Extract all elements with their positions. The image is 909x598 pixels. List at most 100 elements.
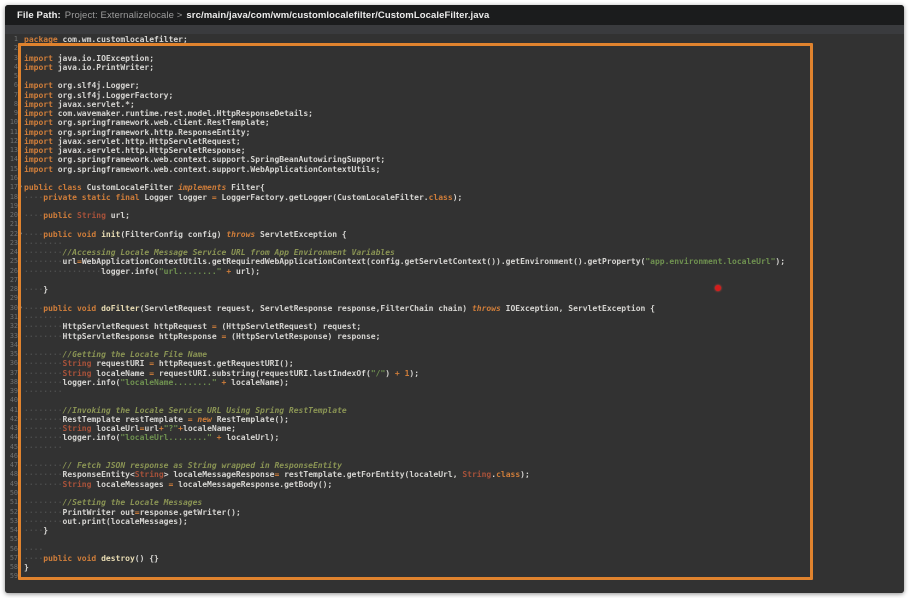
code-line-text: ········url=WebApplicationContextUtils.g… <box>24 257 904 266</box>
line-number: 8 <box>5 100 18 109</box>
code-line[interactable]: 20····public String url; <box>5 211 904 220</box>
code-line[interactable]: 28····} <box>5 285 904 294</box>
code-line[interactable]: 53········out.print(localeMessages); <box>5 517 904 526</box>
code-line[interactable]: 2 <box>5 44 904 53</box>
line-number: 39 <box>5 387 18 396</box>
code-line-text: ········String localeName = requestURI.s… <box>24 369 904 378</box>
code-line[interactable]: 24········//Accessing Locale Message Ser… <box>5 248 904 257</box>
code-line[interactable]: 7import org.slf4j.LoggerFactory; <box>5 91 904 100</box>
line-number: 15 <box>5 165 18 174</box>
code-editor[interactable]: 1package com.wm.customlocalefilter;23imp… <box>5 34 904 593</box>
line-number: 22 <box>5 230 18 239</box>
code-line[interactable]: 42········RestTemplate restTemplate = ne… <box>5 415 904 424</box>
code-line-text <box>24 396 904 405</box>
line-number: 59 <box>5 572 18 581</box>
code-line[interactable]: 22▾····public void init(FilterConfig con… <box>5 230 904 239</box>
code-line[interactable]: 33········HttpServletResponse httpRespon… <box>5 332 904 341</box>
line-number: 16 <box>5 174 18 183</box>
code-line[interactable]: 15import org.springframework.web.context… <box>5 165 904 174</box>
code-line[interactable]: 46 <box>5 452 904 461</box>
line-number: 5 <box>5 72 18 81</box>
code-line[interactable]: 44········logger.info("localeUrl........… <box>5 433 904 442</box>
code-line[interactable]: 14import org.springframework.web.context… <box>5 155 904 164</box>
code-line[interactable]: 9import com.wavemaker.runtime.rest.model… <box>5 109 904 118</box>
code-line[interactable]: 26················logger.info("url......… <box>5 267 904 276</box>
line-number: 12 <box>5 137 18 146</box>
line-number: 48 <box>5 470 18 479</box>
code-line-text <box>24 452 904 461</box>
code-line[interactable]: 38········logger.info("localeName.......… <box>5 378 904 387</box>
editor-top-strip <box>5 25 904 34</box>
code-line[interactable]: 41········//Invoking the Locale Service … <box>5 406 904 415</box>
code-line[interactable]: 51········//Setting the Locale Messages <box>5 498 904 507</box>
line-number: 17 <box>5 183 18 192</box>
line-number: 20 <box>5 211 18 220</box>
line-number: 6 <box>5 81 18 90</box>
code-line[interactable]: 6import org.slf4j.Logger; <box>5 81 904 90</box>
code-line[interactable]: 49········String localeMessages = locale… <box>5 480 904 489</box>
code-line[interactable]: 57····public void destroy() {} <box>5 554 904 563</box>
code-line[interactable]: 50 <box>5 489 904 498</box>
line-number: 34 <box>5 341 18 350</box>
breadcrumb-file-path: src/main/java/com/wm/customlocalefilter/… <box>186 10 489 21</box>
code-line[interactable]: 39 ········ <box>5 387 904 396</box>
code-line[interactable]: 32········HttpServletRequest httpRequest… <box>5 322 904 331</box>
code-line[interactable]: 12import javax.servlet.http.HttpServletR… <box>5 137 904 146</box>
code-line[interactable]: 31········ <box>5 313 904 322</box>
line-number: 35 <box>5 350 18 359</box>
code-line[interactable]: 34 <box>5 341 904 350</box>
code-line[interactable]: 52········PrintWriter out=response.getWr… <box>5 508 904 517</box>
code-line-text: ····public void doFilter(ServletRequest … <box>24 304 904 313</box>
code-line[interactable]: 37 ········String localeName = requestURI… <box>5 369 904 378</box>
code-line[interactable]: 36········String requestURI = httpReques… <box>5 359 904 368</box>
code-line-text: ········HttpServletResponse httpResponse… <box>24 332 904 341</box>
code-line[interactable]: 35 ········//Getting the Locale File Name <box>5 350 904 359</box>
code-line[interactable]: 25········url=WebApplicationContextUtils… <box>5 257 904 266</box>
code-line[interactable]: 40 <box>5 396 904 405</box>
code-line[interactable]: 8import javax.servlet.*; <box>5 100 904 109</box>
line-number: 37 <box>5 369 18 378</box>
code-line-text: ········//Accessing Locale Message Servi… <box>24 248 904 257</box>
code-line[interactable]: 58} <box>5 563 904 572</box>
code-line[interactable]: 4import java.io.PrintWriter; <box>5 63 904 72</box>
line-number: 54 <box>5 526 18 535</box>
line-number: 32 <box>5 322 18 331</box>
code-line[interactable]: 56···· <box>5 545 904 554</box>
code-line-text: ········//Getting the Locale File Name <box>24 350 904 359</box>
code-line[interactable]: 30▾····public void doFilter(ServletReque… <box>5 304 904 313</box>
code-line[interactable]: 11import org.springframework.http.Respon… <box>5 128 904 137</box>
line-number: 19 <box>5 202 18 211</box>
code-line[interactable]: 27 <box>5 276 904 285</box>
line-number: 52 <box>5 508 18 517</box>
code-line[interactable]: 23········ <box>5 239 904 248</box>
code-line[interactable]: 18····private static final Logger logger… <box>5 193 904 202</box>
code-line[interactable]: 10import org.springframework.web.client.… <box>5 118 904 127</box>
line-number: 3 <box>5 54 18 63</box>
code-line-text: ····public void destroy() {} <box>24 554 904 563</box>
code-line-text <box>24 202 904 211</box>
line-number: 21 <box>5 220 18 229</box>
code-line[interactable]: 45········ <box>5 443 904 452</box>
code-line-text <box>24 44 904 53</box>
code-line[interactable]: 1package com.wm.customlocalefilter; <box>5 35 904 44</box>
line-number: 14 <box>5 155 18 164</box>
code-line[interactable]: 3import java.io.IOException; <box>5 54 904 63</box>
code-line[interactable]: 16 <box>5 174 904 183</box>
code-line-text <box>24 341 904 350</box>
code-line-text <box>24 489 904 498</box>
code-line-text: ········ <box>24 387 904 396</box>
code-line[interactable]: 19 <box>5 202 904 211</box>
code-line-text <box>24 174 904 183</box>
code-line-text: public class CustomLocaleFilter implemen… <box>24 183 904 192</box>
breadcrumb-project: Project: Externalizelocale > <box>65 10 183 21</box>
code-line[interactable]: 5 <box>5 72 904 81</box>
code-line[interactable]: 17▾public class CustomLocaleFilter imple… <box>5 183 904 192</box>
code-line[interactable]: 59 <box>5 572 904 581</box>
code-line[interactable]: 21 <box>5 220 904 229</box>
code-line-text: ········ <box>24 239 904 248</box>
code-line[interactable]: 29 <box>5 294 904 303</box>
code-line[interactable]: 54····} <box>5 526 904 535</box>
line-number: 26 <box>5 267 18 276</box>
code-line[interactable]: 55 <box>5 535 904 544</box>
code-line[interactable]: 48········ResponseEntity<String> localeM… <box>5 470 904 479</box>
